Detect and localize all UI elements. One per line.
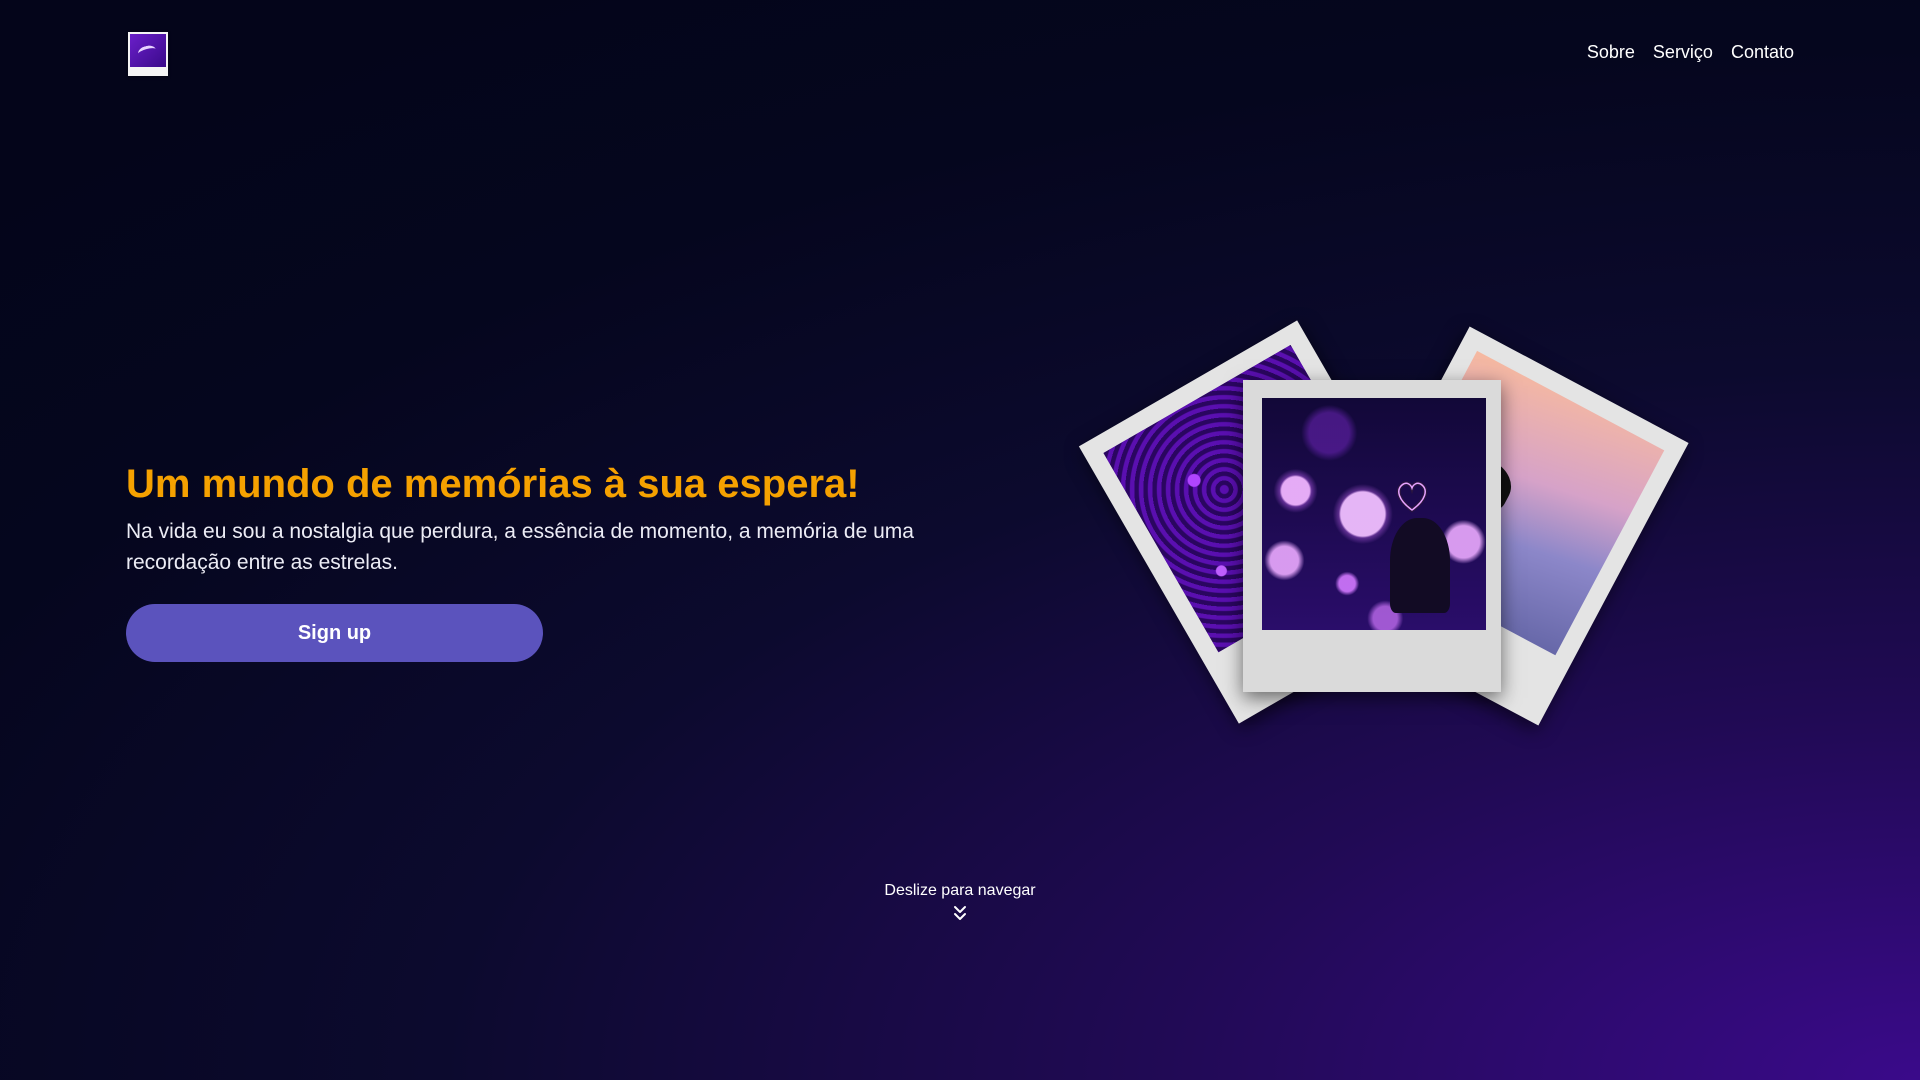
polaroid-logo-icon[interactable] — [128, 32, 168, 76]
sign-up-button[interactable]: Sign up — [126, 604, 543, 662]
nav-link-contato[interactable]: Contato — [1731, 42, 1794, 63]
scroll-hint: Deslize para navegar — [860, 882, 1060, 922]
site-header: Sobre Serviço Contato — [0, 0, 1920, 110]
scroll-hint-label: Deslize para navegar — [884, 882, 1036, 899]
nav-link-servico[interactable]: Serviço — [1653, 42, 1713, 63]
hero-section: Um mundo de memórias à sua espera! Na vi… — [126, 458, 986, 578]
nav-link-sobre[interactable]: Sobre — [1587, 42, 1635, 63]
double-chevron-down-icon[interactable] — [951, 904, 969, 922]
main-nav: Sobre Serviço Contato — [1587, 42, 1794, 63]
polaroid-gallery — [1078, 320, 1700, 770]
bell-silhouette — [1390, 518, 1450, 613]
hero-title: Um mundo de memórias à sua espera! — [126, 462, 860, 506]
logo-image — [130, 34, 166, 67]
heart-icon — [1396, 481, 1428, 513]
bokeh-heart-bell-photo — [1262, 398, 1486, 630]
polaroid-center — [1243, 380, 1501, 692]
hero-subtitle: Na vida eu sou a nostalgia que perdura, … — [126, 520, 914, 574]
